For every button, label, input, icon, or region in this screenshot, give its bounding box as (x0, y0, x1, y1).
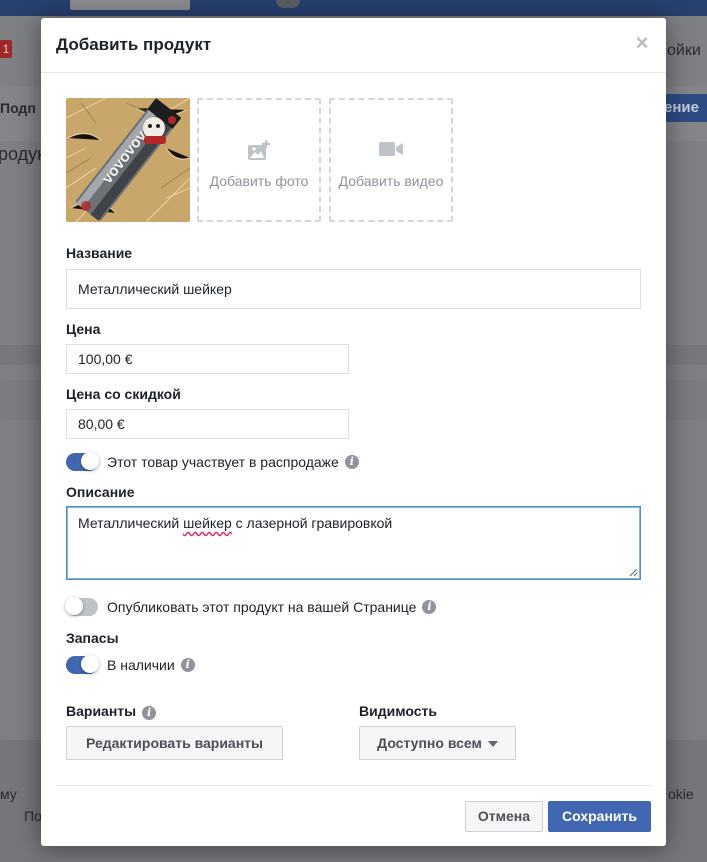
visibility-value: Доступно всем (377, 735, 482, 751)
edit-variants-button[interactable]: Редактировать варианты (66, 726, 283, 760)
background-avatar (276, 0, 300, 8)
price-input[interactable]: 100,00 € (66, 344, 349, 374)
add-photo-icon (248, 140, 270, 160)
background-footer-link-1: му (0, 786, 17, 802)
video-camera-icon (379, 142, 403, 156)
background-tab-label: Подп (0, 100, 36, 116)
stock-label: Запасы (66, 630, 119, 646)
toggle-knob (81, 452, 99, 470)
description-textarea[interactable]: Металлический шейкер с лазерной гравиров… (66, 506, 641, 580)
visibility-label: Видимость (359, 703, 437, 719)
info-icon[interactable]: i (142, 706, 157, 720)
chevron-down-icon (487, 741, 498, 748)
info-icon[interactable]: i (180, 658, 195, 672)
variants-label-row: Варианты i (66, 703, 157, 720)
save-button[interactable]: Сохранить (548, 801, 651, 832)
dialog-title: Добавить продукт (56, 35, 212, 54)
price-label: Цена (66, 321, 101, 337)
info-icon[interactable]: i (422, 600, 437, 614)
info-icon[interactable]: i (344, 455, 359, 469)
name-input[interactable]: Металлический шейкер (66, 269, 641, 309)
sale-toggle-row: Этот товар участвует в распродаже i (66, 452, 359, 472)
description-text-end: с лазерной гравировкой (231, 515, 393, 531)
sale-toggle[interactable] (66, 452, 99, 471)
background-search-box (70, 0, 190, 10)
stock-toggle-row: В наличии i (66, 655, 195, 675)
add-product-dialog: Добавить продукт × ΛΟΛΟΛΟΛ Добавить фото… (41, 18, 666, 846)
description-misspelled-word: шейкер (183, 515, 232, 531)
background-section-text: родук (0, 144, 46, 164)
dialog-header: Добавить продукт × (41, 18, 666, 73)
visibility-dropdown[interactable]: Доступно всем (359, 726, 516, 760)
toggle-knob (65, 597, 83, 615)
description-label: Описание (66, 484, 135, 500)
cancel-button[interactable]: Отмена (465, 801, 543, 832)
add-photo-tile[interactable]: Добавить фото (197, 98, 321, 222)
product-photo-image: ΛΟΛΟΛΟΛ (66, 98, 190, 222)
publish-toggle-label: Опубликовать этот продукт на вашей Стран… (107, 599, 417, 615)
background-footer-link-2: По (24, 808, 42, 824)
product-photo-thumbnail[interactable]: ΛΟΛΟΛΟΛ (66, 98, 190, 222)
stock-toggle[interactable] (66, 655, 99, 674)
sale-price-input[interactable]: 80,00 € (66, 409, 349, 439)
background-settings-text: ойки (667, 42, 701, 59)
description-text-start: Металлический (78, 515, 184, 531)
name-label: Название (66, 245, 133, 261)
publish-toggle[interactable] (65, 597, 98, 616)
add-photo-label: Добавить фото (209, 173, 309, 189)
stock-toggle-label: В наличии (107, 657, 175, 673)
resize-grip-icon[interactable] (629, 568, 638, 577)
add-video-label: Добавить видео (338, 173, 444, 189)
add-video-tile[interactable]: Добавить видео (329, 98, 453, 222)
background-action-button: ение (660, 94, 707, 122)
footer-divider (56, 785, 651, 786)
sale-price-label: Цена со скидкой (66, 386, 181, 402)
variants-label: Варианты (66, 703, 137, 719)
close-icon[interactable]: × (632, 32, 652, 54)
background-footer-link-3: okie (668, 786, 694, 802)
sale-toggle-label: Этот товар участвует в распродаже (107, 454, 339, 470)
background-notification-badge: 1 (0, 40, 12, 58)
publish-toggle-row: Опубликовать этот продукт на вашей Стран… (65, 597, 437, 617)
toggle-knob (81, 655, 99, 673)
background-top-bar (0, 0, 707, 16)
